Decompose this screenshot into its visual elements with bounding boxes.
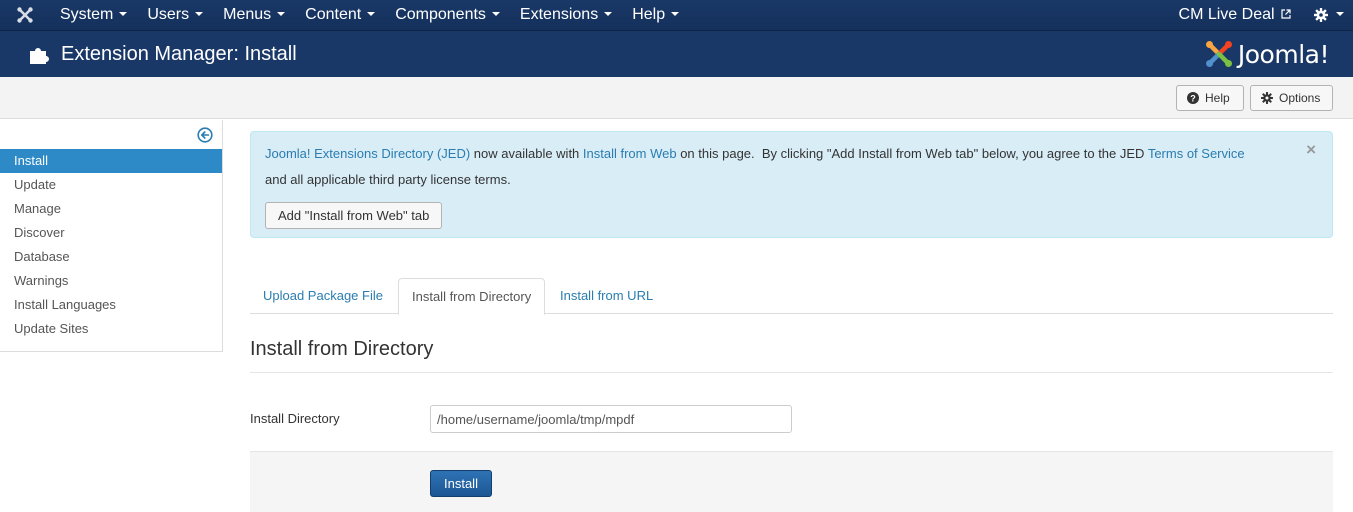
menu-components[interactable]: Components [385, 0, 510, 30]
brand-name: Joomla! [1237, 39, 1330, 69]
svg-text:?: ? [1190, 94, 1196, 104]
form-actions: Install [250, 451, 1333, 512]
menu-help[interactable]: Help [622, 0, 689, 30]
joomla-brand-logo: Joomla! [1204, 36, 1330, 72]
sidebar-item-discover[interactable]: Discover [0, 221, 222, 245]
sidebar-toggle-button[interactable] [197, 127, 213, 146]
gear-icon [1314, 8, 1328, 22]
jed-info-alert: Joomla! Extensions Directory (JED) now a… [250, 131, 1333, 238]
sidebar-item-update-sites[interactable]: Update Sites [0, 317, 222, 341]
terms-of-service-link[interactable]: Terms of Service [1148, 146, 1245, 161]
menu-extensions[interactable]: Extensions [510, 0, 622, 30]
caret-down-icon [367, 11, 376, 16]
caret-down-icon [195, 11, 204, 16]
sidebar-item-warnings[interactable]: Warnings [0, 269, 222, 293]
external-link-icon [1281, 9, 1291, 19]
sidebar-item-manage[interactable]: Manage [0, 197, 222, 221]
menu-menus[interactable]: Menus [213, 0, 295, 30]
menu-system[interactable]: System [50, 0, 137, 30]
tab-upload-package-file[interactable]: Upload Package File [250, 278, 396, 314]
menu-content[interactable]: Content [295, 0, 385, 30]
install-from-web-link[interactable]: Install from Web [583, 146, 677, 161]
page-title: Extension Manager: Install [61, 42, 297, 65]
caret-down-icon [671, 11, 680, 16]
arrow-left-circle-icon [197, 127, 213, 143]
sidebar-item-install[interactable]: Install [0, 149, 222, 173]
joomla-logo-icon [1205, 41, 1232, 67]
sidebar-item-install-languages[interactable]: Install Languages [0, 293, 222, 317]
settings-menu[interactable] [1305, 0, 1353, 30]
menu-users[interactable]: Users [137, 0, 213, 30]
caret-down-icon [277, 11, 286, 16]
puzzle-piece-icon [22, 39, 56, 69]
alert-message: Joomla! Extensions Directory (JED) now a… [265, 146, 1245, 161]
site-link[interactable]: CM Live Deal [1165, 0, 1305, 30]
tab-install-from-directory[interactable]: Install from Directory [398, 278, 546, 315]
caret-down-icon [491, 11, 500, 16]
install-directory-label: Install Directory [250, 411, 340, 426]
install-tabs: Upload Package File Install from Directo… [250, 278, 1333, 315]
caret-down-icon [1336, 12, 1344, 16]
tab-install-from-url[interactable]: Install from URL [547, 278, 666, 314]
sidebar-item-update[interactable]: Update [0, 173, 222, 197]
caret-down-icon [604, 11, 613, 16]
top-navbar: System Users Menus Content Components Ex… [0, 0, 1353, 30]
close-icon[interactable]: × [1306, 140, 1316, 160]
jed-link[interactable]: Joomla! Extensions Directory (JED) [265, 146, 470, 161]
install-button[interactable]: Install [430, 470, 492, 497]
toolbar: ? Help Options [0, 77, 1353, 119]
help-button[interactable]: ? Help [1176, 85, 1244, 111]
options-button[interactable]: Options [1250, 85, 1333, 111]
sidebar: Install Update Manage Discover Database … [0, 120, 223, 352]
joomla-logo-icon[interactable] [0, 0, 50, 30]
sidebar-item-database[interactable]: Database [0, 245, 222, 269]
question-circle-icon: ? [1187, 92, 1199, 104]
alert-message-line2: and all applicable third party license t… [265, 172, 511, 187]
main-menu: System Users Menus Content Components Ex… [50, 0, 689, 30]
caret-down-icon [119, 11, 128, 16]
sidebar-nav: Install Update Manage Discover Database … [0, 149, 222, 341]
install-directory-input[interactable] [430, 405, 792, 433]
section-title: Install from Directory [250, 338, 1333, 373]
navbar-right: CM Live Deal [1165, 0, 1353, 30]
page-header: Extension Manager: Install Joomla! [0, 30, 1353, 77]
gear-icon [1261, 92, 1273, 104]
add-install-from-web-button[interactable]: Add "Install from Web" tab [265, 202, 443, 229]
